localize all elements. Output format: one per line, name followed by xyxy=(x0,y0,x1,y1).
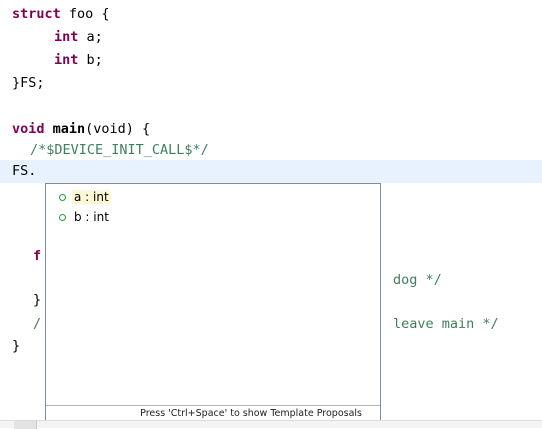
code-line-2: int a; xyxy=(0,26,542,49)
keyword: struct xyxy=(12,6,61,22)
code-line-4: }FS; xyxy=(0,72,542,95)
code-line-7: /*$DEVICE_INIT_CALL$*/ xyxy=(0,139,542,162)
proposal-label: a : int xyxy=(72,190,111,204)
code-text: foo { xyxy=(60,6,110,22)
comment: /*$DEVICE_INIT_CALL$*/ xyxy=(30,142,209,158)
field-icon xyxy=(59,193,66,201)
proposal-item-b[interactable]: b : int xyxy=(58,208,111,226)
field-icon xyxy=(59,213,66,221)
comment: / xyxy=(33,316,42,332)
code-line-1: struct foo { xyxy=(0,3,542,26)
comment: dog */ xyxy=(393,272,442,288)
comment: leave main */ xyxy=(393,316,499,332)
code-text: a; xyxy=(78,29,103,45)
code-text: } xyxy=(33,292,42,308)
code-text: b; xyxy=(78,52,103,68)
horizontal-scrollbar[interactable] xyxy=(0,420,542,429)
keyword: void xyxy=(12,121,45,137)
code-text: (void) { xyxy=(85,121,151,137)
content-assist-popup[interactable]: a : int b : int Press 'Ctrl+Space' to sh… xyxy=(45,183,381,422)
code-line-6: void main(void) { xyxy=(0,118,542,141)
template-proposals-hint: Press 'Ctrl+Space' to show Template Prop… xyxy=(46,405,380,421)
keyword: int xyxy=(54,29,79,45)
code-line-3: int b; xyxy=(0,49,542,72)
code-text: }FS; xyxy=(12,75,45,91)
code-text: } xyxy=(12,338,21,354)
code-line-8-current: FS. xyxy=(0,160,542,183)
proposal-label: b : int xyxy=(74,210,109,224)
keyword: int xyxy=(54,52,79,68)
function-name: main xyxy=(44,121,86,137)
proposal-item-a[interactable]: a : int xyxy=(58,188,111,206)
keyword: f xyxy=(33,248,42,264)
code-text: FS. xyxy=(12,163,37,179)
